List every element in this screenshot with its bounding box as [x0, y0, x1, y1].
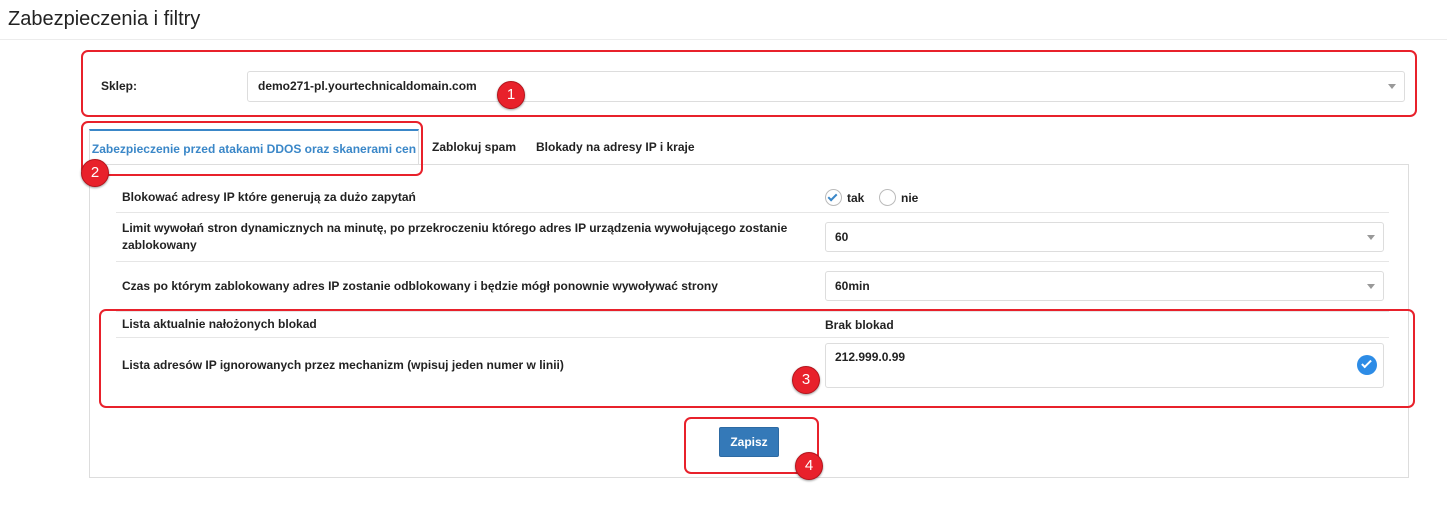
highlight-box-3	[99, 309, 1415, 408]
page-title: Zabezpieczenia i filtry	[8, 8, 201, 30]
annotation-marker-2: 2	[81, 159, 109, 187]
chevron-down-icon	[1367, 284, 1375, 289]
annotation-marker-3: 3	[792, 366, 820, 394]
chevron-down-icon	[1367, 235, 1375, 240]
limit-label-line2: zablokowany	[122, 238, 197, 252]
tab-ip-country-blocks[interactable]: Blokady na adresy IP i kraje	[536, 129, 695, 164]
radio-no[interactable]	[879, 189, 896, 206]
unblock-time-select[interactable]: 60min	[825, 271, 1384, 301]
check-icon	[827, 191, 838, 202]
highlight-box-1	[81, 50, 1417, 117]
limit-select[interactable]: 60	[825, 222, 1384, 252]
annotation-marker-1: 1	[497, 81, 525, 109]
highlight-box-2	[81, 121, 423, 176]
tab-block-spam[interactable]: Zablokuj spam	[432, 129, 516, 164]
title-divider	[0, 39, 1447, 40]
row-divider	[116, 261, 1389, 262]
block-ips-label: Blokować adresy IP które generują za duż…	[122, 190, 416, 204]
radio-no-label[interactable]: nie	[901, 191, 918, 205]
radio-yes[interactable]	[825, 189, 842, 206]
radio-yes-label[interactable]: tak	[847, 191, 864, 205]
annotation-marker-4: 4	[795, 452, 823, 480]
unblock-time-label: Czas po którym zablokowany adres IP zost…	[122, 279, 718, 293]
limit-label-line1: Limit wywołań stron dynamicznych na minu…	[122, 221, 788, 235]
limit-select-value: 60	[835, 230, 849, 244]
unblock-time-select-value: 60min	[835, 279, 870, 293]
row-divider	[116, 212, 1389, 213]
